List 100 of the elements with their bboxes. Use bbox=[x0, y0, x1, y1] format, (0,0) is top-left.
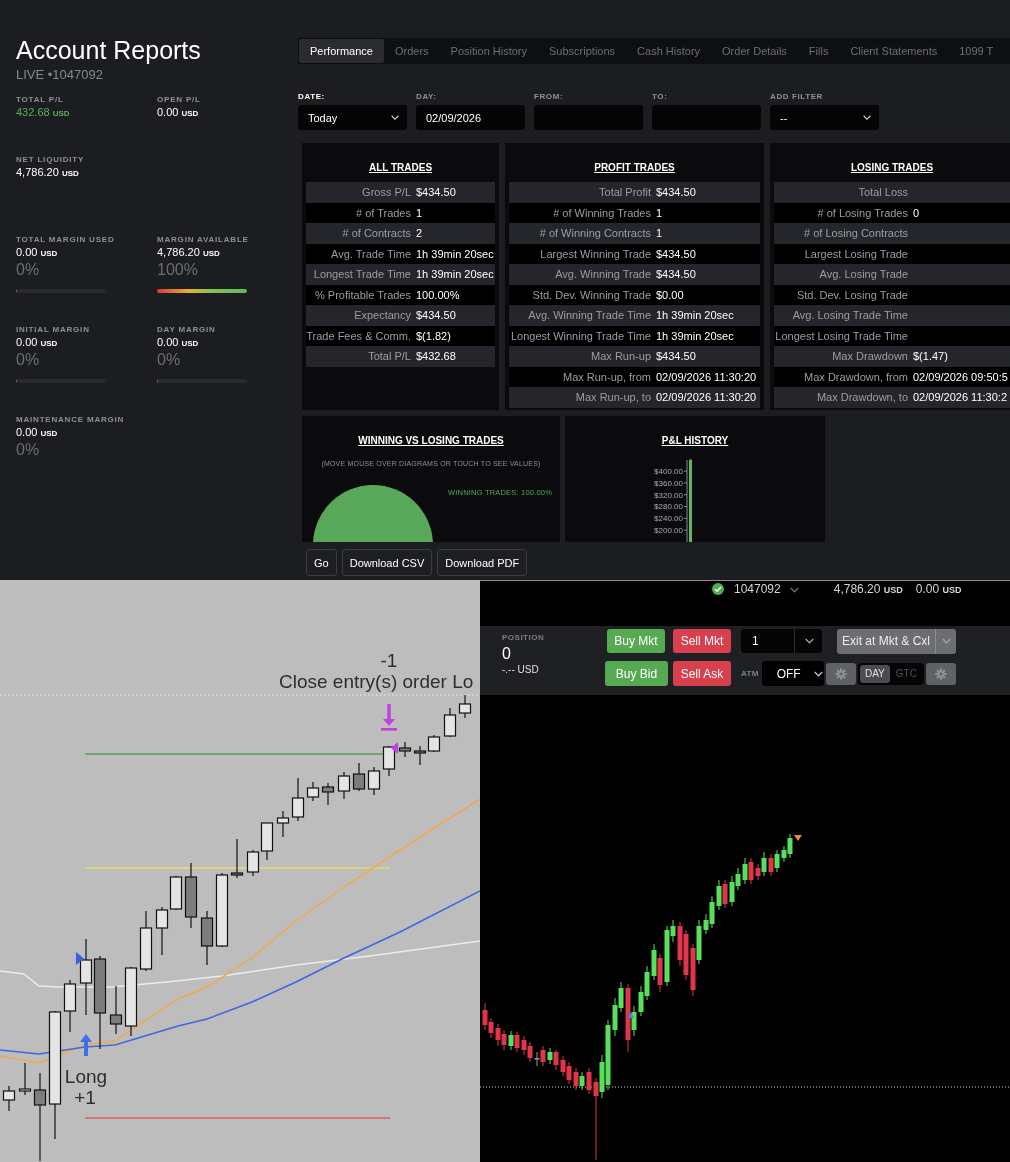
stat-label: Avg. Winning Trade Time bbox=[527, 308, 652, 323]
tab[interactable]: Fills bbox=[797, 39, 840, 63]
account-number[interactable]: 1047092 bbox=[734, 583, 781, 596]
sell-button[interactable]: Sell Mkt bbox=[673, 629, 731, 653]
buy-button[interactable]: Buy Mkt bbox=[607, 629, 665, 653]
stat-value: 1 bbox=[416, 205, 423, 220]
stat-label: Largest Winning Trade bbox=[539, 246, 652, 261]
triangle-marker-icon bbox=[76, 952, 84, 965]
position-pl: -.-- USD bbox=[502, 664, 540, 676]
stat-label: # of Losing Trades bbox=[816, 205, 909, 220]
metric-label: INITIAL MARGIN bbox=[16, 325, 91, 335]
stat-value: 1h 39min 20sec bbox=[656, 308, 734, 323]
stat-value: $434.50 bbox=[416, 185, 456, 200]
stat-label: Expectancy bbox=[353, 308, 412, 323]
metric-percent: 0% bbox=[16, 261, 41, 279]
y-tick-label: $360.00 bbox=[654, 478, 683, 488]
toggle-option[interactable]: GTC bbox=[891, 664, 922, 683]
stat-label: Total Profit bbox=[598, 185, 652, 200]
stat-value: $(1.47) bbox=[913, 349, 948, 364]
stat-value: 1 bbox=[656, 205, 663, 220]
stat-label: Std. Dev. Winning Trade bbox=[531, 287, 652, 302]
stat-label: Avg. Losing Trade Time bbox=[791, 308, 909, 323]
download-csv-button[interactable]: Download CSV bbox=[341, 549, 433, 576]
dropdown[interactable]: Today bbox=[298, 105, 407, 130]
stat-value: $432.68 bbox=[416, 349, 456, 364]
stat-label: Longest Losing Trade Time bbox=[774, 328, 909, 343]
balance-value: 4,786.20 USD bbox=[833, 583, 903, 597]
tab[interactable]: 1099 T bbox=[948, 39, 994, 63]
stat-label: Gross P/L bbox=[361, 185, 412, 200]
stat-label: Total Loss bbox=[857, 185, 909, 200]
check-circle-icon bbox=[712, 583, 724, 595]
triangle-marker-icon bbox=[794, 835, 802, 841]
field-label: FROM: bbox=[534, 92, 565, 102]
stat-label: # of Losing Contracts bbox=[803, 226, 909, 241]
exit-button[interactable]: Exit at Mkt & Cxl bbox=[837, 628, 935, 654]
metric-label: NET LIQUIDITY bbox=[16, 155, 86, 165]
input-field[interactable] bbox=[652, 105, 761, 130]
position-value: 0 bbox=[502, 645, 512, 663]
buy-button[interactable]: Buy Bid bbox=[605, 661, 668, 686]
metric-value: 4,786.20 USD bbox=[16, 165, 80, 180]
chevron-down-icon bbox=[863, 115, 871, 120]
stat-label: Max Drawdown, to bbox=[815, 390, 909, 405]
stat-label: # of Winning Contracts bbox=[538, 226, 652, 241]
quantity-label: +1 bbox=[74, 1087, 96, 1108]
stat-label: Std. Dev. Losing Trade bbox=[795, 287, 909, 302]
stat-value: $434.50 bbox=[656, 246, 696, 261]
stat-value: 02/09/2026 11:30:2 bbox=[913, 390, 1007, 405]
metric-value: 0.00 USD bbox=[16, 245, 59, 260]
stat-label: Avg. Losing Trade bbox=[818, 267, 909, 282]
candle bbox=[260, 822, 274, 861]
candle bbox=[139, 910, 153, 972]
y-tick-label: $200.00 bbox=[654, 526, 683, 535]
tab[interactable]: Performance bbox=[299, 39, 384, 63]
stat-label: Max Drawdown, from bbox=[803, 369, 909, 384]
input-field[interactable]: 02/09/2026 bbox=[416, 105, 525, 130]
settings-button[interactable] bbox=[925, 662, 956, 685]
stat-label: Max Run-up, from bbox=[561, 369, 652, 384]
field-label: DAY: bbox=[416, 92, 438, 102]
candle bbox=[155, 906, 169, 956]
stat-label: % Profitable Trades bbox=[314, 287, 412, 302]
candle bbox=[382, 745, 396, 777]
tab[interactable]: Position History bbox=[439, 39, 539, 63]
dropdown[interactable]: -- bbox=[770, 105, 879, 130]
input-field[interactable] bbox=[534, 105, 643, 130]
atm-dropdown[interactable]: OFF bbox=[761, 661, 824, 686]
candle bbox=[337, 771, 351, 800]
tab[interactable]: Orders bbox=[384, 39, 440, 63]
tab[interactable]: Client Statements bbox=[839, 39, 949, 63]
field-label: ADD FILTER bbox=[770, 92, 824, 102]
toggle-option[interactable]: DAY bbox=[859, 664, 891, 683]
chevron-down-icon bbox=[391, 115, 399, 120]
triangle-marker-icon bbox=[391, 742, 398, 754]
settings-button[interactable] bbox=[825, 662, 856, 685]
stat-label: # of Trades bbox=[354, 205, 412, 220]
candle bbox=[124, 966, 138, 1037]
field-label: DATE: bbox=[298, 92, 326, 102]
tab[interactable]: Subscriptions bbox=[538, 39, 627, 63]
stat-value: $0.00 bbox=[656, 287, 684, 302]
go-button[interactable]: Go bbox=[306, 549, 337, 576]
quantity-dropdown[interactable]: 1 bbox=[741, 629, 822, 653]
stat-label: Avg. Trade Time bbox=[330, 246, 412, 261]
sell-button[interactable]: Sell Ask bbox=[673, 661, 731, 686]
tab[interactable]: Cash History bbox=[626, 39, 712, 63]
stat-value: $434.50 bbox=[656, 267, 696, 282]
exit-menu-button[interactable] bbox=[935, 628, 956, 654]
panel-title: PROFIT TRADES bbox=[593, 161, 676, 175]
candle bbox=[427, 734, 441, 753]
stat-label: Max Run-up, to bbox=[574, 390, 652, 405]
atm-label: ATM bbox=[741, 669, 759, 678]
stat-label: # of Contracts bbox=[341, 226, 412, 241]
stat-value: $434.50 bbox=[416, 308, 456, 323]
metric-label: TOTAL P/L bbox=[16, 95, 65, 105]
download-pdf-button[interactable]: Download PDF bbox=[437, 549, 528, 576]
tab[interactable]: Order Details bbox=[711, 39, 798, 63]
stat-value: 1h 39min 20sec bbox=[416, 246, 494, 261]
stat-value: $(1.82) bbox=[416, 328, 451, 343]
settings-icon bbox=[934, 667, 947, 680]
stat-value: 0 bbox=[913, 205, 920, 220]
metric-label: OPEN P/L bbox=[157, 95, 202, 105]
stat-value: 1 bbox=[656, 226, 663, 241]
